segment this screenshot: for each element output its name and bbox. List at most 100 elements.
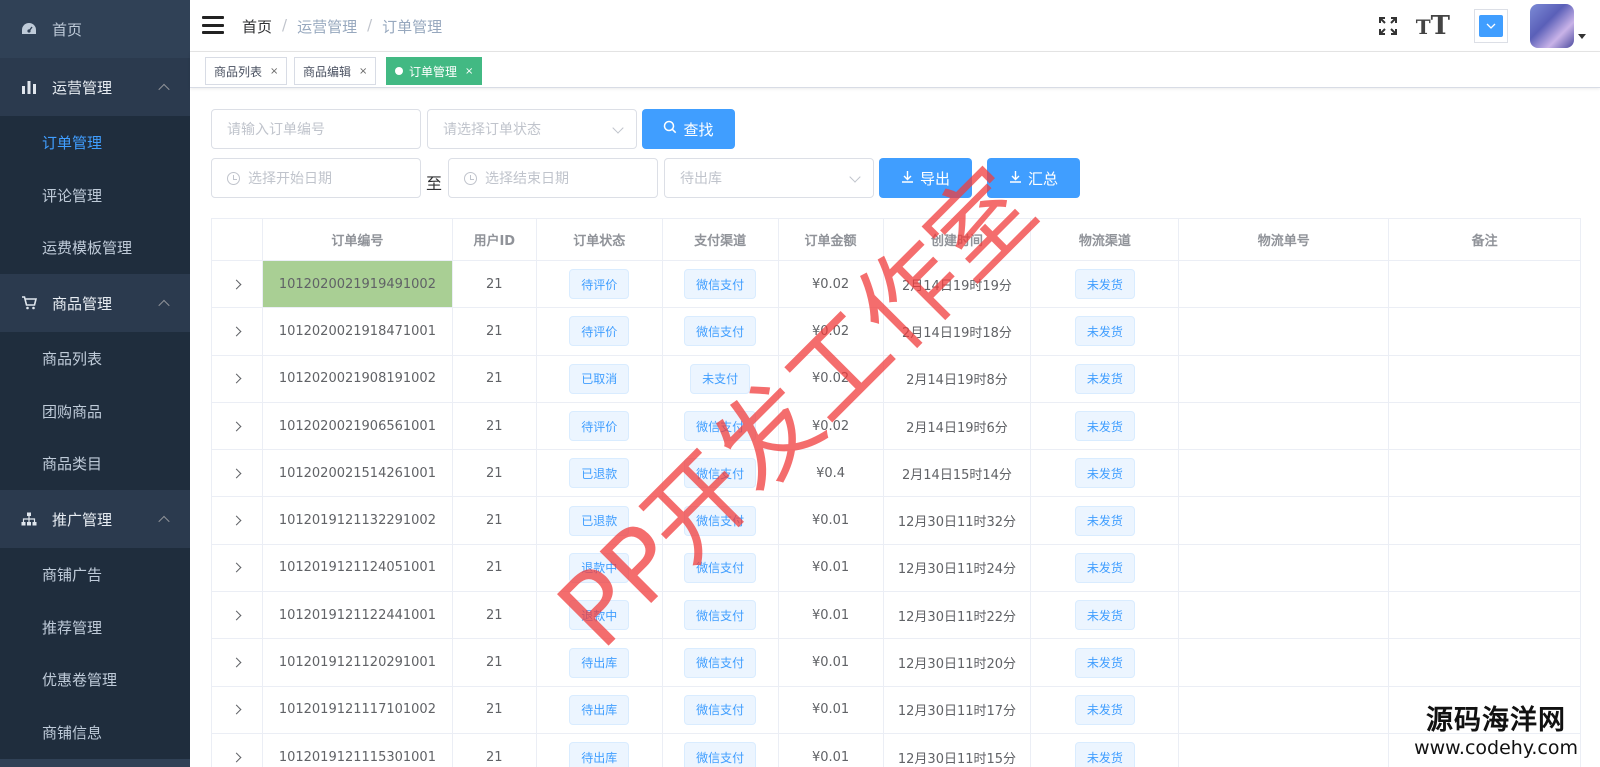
sidebar-item-recommend[interactable]: 推荐管理 [0,600,190,654]
expand-cell[interactable] [212,308,263,355]
tracking-cell [1179,402,1390,450]
order-status-select[interactable]: 请选择订单状态 [427,109,637,149]
sidebar-item-product-list[interactable]: 商品列表 [0,332,190,385]
created-cell: 12月30日11时22分 [884,592,1032,639]
tracking-cell [1179,450,1390,497]
chevron-right-icon[interactable] [232,326,242,337]
tag-order-management[interactable]: 订单管理 × [386,57,483,85]
status-cell: 待出库 [537,639,663,686]
sidebar-item-product-category[interactable]: 商品类目 [0,437,190,491]
caret-down-icon[interactable] [1578,33,1586,39]
remark-cell [1389,639,1581,686]
table-row[interactable]: 1012020021919491002 21 待评价 微信支付 ¥0.02 2月14日19… [212,261,1581,309]
sidebar-item-order-management[interactable]: 订单管理 [0,116,190,169]
expand-cell[interactable] [212,544,263,592]
sidebar-group-operations[interactable]: 运营管理 [0,58,190,116]
chevron-right-icon[interactable] [232,421,242,431]
logistics-cell-tag: 未发货 [1074,269,1135,300]
sidebar-group-products[interactable]: 商品管理 [0,274,190,333]
table-row[interactable]: 1012020021906561001 21 待评价 微信支付 ¥0.02 2月14日19… [212,402,1581,451]
chevron-right-icon[interactable] [232,752,242,763]
hamburger-icon[interactable] [202,16,224,34]
table-row[interactable]: 1012019121117101002 21 待出库 微信支付 ¥0.01 12月30日1… [212,686,1581,734]
logistics-cell-tag: 未发货 [1074,600,1135,631]
close-icon[interactable]: × [359,66,367,77]
sidebar-item-label: 商品类目 [42,455,103,474]
expand-cell[interactable] [212,497,263,544]
tracking-cell [1179,733,1390,767]
close-icon[interactable]: × [270,66,278,77]
expand-cell[interactable] [212,355,263,402]
chevron-right-icon[interactable] [232,704,242,715]
expand-cell[interactable] [212,261,263,308]
expand-cell[interactable] [212,450,263,497]
active-dot-icon [395,67,403,75]
sidebar: 首页 运营管理 订单管理 评论管理 运费模板管理 商品管理 商品列表 团购商品 … [0,0,190,767]
expand-cell[interactable] [212,639,263,686]
tag-product-edit[interactable]: 商品编辑 × [294,57,377,85]
table-row[interactable]: 1012020021908191002 21 已取消 未支付 ¥0.02 2月14日19时… [212,355,1581,403]
chevron-right-icon[interactable] [232,610,242,621]
expand-cell[interactable] [212,592,263,639]
export-button[interactable]: 导出 [879,158,972,198]
status-cell-tag: 待出库 [569,742,630,767]
date-range-separator: 至 [426,174,443,193]
table-row[interactable]: 1012019121122441001 21 退款中 微信支付 ¥0.01 12月30日1… [212,592,1581,640]
status-cell: 待出库 [537,733,663,767]
pay-channel-cell-tag: 微信支付 [684,694,757,725]
remark-cell [1389,402,1581,450]
close-icon[interactable]: × [465,66,473,77]
status-cell-tag: 已退款 [569,458,630,489]
table-row[interactable]: 1012019121120291001 21 待出库 微信支付 ¥0.01 12月30日1… [212,639,1581,687]
chevron-right-icon[interactable] [232,373,242,384]
sidebar-item-shop-info[interactable]: 商铺信息 [0,706,190,759]
status-cell-tag: 退款中 [569,600,630,631]
chevron-right-icon[interactable] [232,657,242,668]
sidebar-item-group-buy[interactable]: 团购商品 [0,384,190,438]
stock-status-select[interactable]: 待出库 [664,158,874,198]
sitemap-icon [20,510,38,528]
export-button-label: 导出 [919,169,950,188]
logistics-cell: 未发货 [1031,686,1180,733]
sidebar-item-shop-ads[interactable]: 商铺广告 [0,548,190,601]
status-cell: 退款中 [537,544,663,592]
tag-product-list[interactable]: 商品列表 × [205,57,288,85]
summary-button[interactable]: 汇总 [987,158,1080,198]
chevron-right-icon[interactable] [232,279,242,290]
status-cell-tag: 待评价 [569,316,630,347]
table-row[interactable]: 1012019121124051001 21 退款中 微信支付 ¥0.01 12月30日1… [212,544,1581,593]
sidebar-item-shipping-template[interactable]: 运费模板管理 [0,221,190,275]
chevron-right-icon[interactable] [232,468,242,479]
sidebar-item-comment-management[interactable]: 评论管理 [0,168,190,222]
sidebar-item-label: 商铺信息 [42,724,103,743]
table-row[interactable]: 1012020021918471001 21 待评价 微信支付 ¥0.02 2月14日19… [212,308,1581,356]
language-select[interactable] [1474,9,1508,43]
user-id-cell: 21 [453,308,537,355]
expand-cell[interactable] [212,686,263,733]
sidebar-item-home[interactable]: 首页 [0,0,190,58]
chevron-right-icon[interactable] [232,562,242,573]
sidebar-item-coupons[interactable]: 优惠卷管理 [0,653,190,707]
fullscreen-icon[interactable] [1378,16,1398,36]
chevron-right-icon[interactable] [232,515,242,526]
table-row[interactable]: 1012020021514261001 21 已退款 微信支付 ¥0.4 2月14日15时… [212,450,1581,498]
search-button[interactable]: 查找 [642,109,735,149]
sidebar-group-promotion[interactable]: 推广管理 [0,490,190,549]
avatar[interactable] [1530,4,1574,48]
expand-cell[interactable] [212,402,263,450]
tracking-cell [1179,308,1390,355]
table-row[interactable]: 1012019121115301001 21 待出库 微信支付 ¥0.01 12月30日1… [212,733,1581,767]
expand-cell[interactable] [212,733,263,767]
breadcrumb-home[interactable]: 首页 [242,16,272,37]
pay-channel-cell: 微信支付 [663,592,779,639]
tracking-cell [1179,544,1390,592]
column-header-amount: 订单金额 [779,219,884,260]
font-size-icon[interactable]: TT [1416,11,1450,41]
pay-channel-cell-tag: 微信支付 [684,458,757,489]
start-date-picker[interactable]: 选择开始日期 [211,158,421,198]
order-no-cell: 1012020021919491002 [262,261,453,308]
end-date-picker[interactable]: 选择结束日期 [448,158,658,198]
order-no-input[interactable]: 请输入订单编号 [211,109,421,149]
table-row[interactable]: 1012019121132291002 21 已退款 微信支付 ¥0.01 12月30日1… [212,497,1581,545]
created-cell: 2月14日19时18分 [884,308,1032,355]
